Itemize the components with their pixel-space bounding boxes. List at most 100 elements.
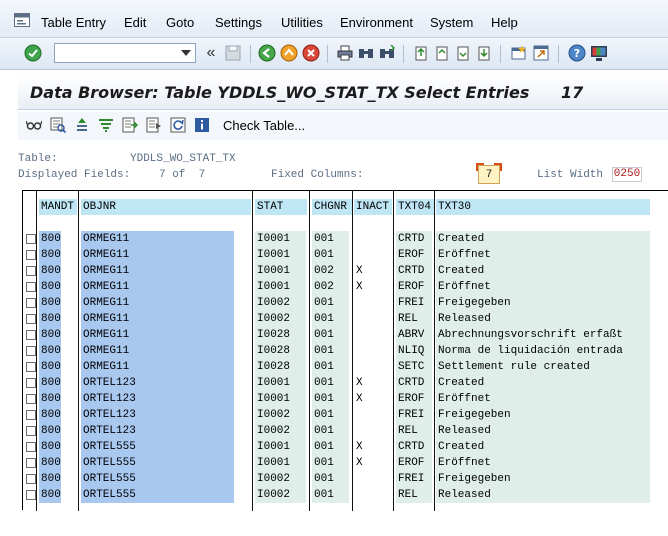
cell-mandt: 800	[39, 279, 61, 295]
row-select-checkbox[interactable]	[26, 298, 36, 308]
menu-goto[interactable]: Goto	[166, 15, 194, 30]
first-page-icon[interactable]	[412, 44, 430, 62]
cell-txt30: Abrechnungsvorschrift erfaßt	[436, 327, 650, 343]
column-header[interactable]: MANDT	[39, 199, 77, 215]
cell-inact	[354, 407, 390, 423]
system-menu-icon[interactable]	[14, 13, 30, 27]
menu-system[interactable]: System	[430, 15, 473, 30]
next-page-icon[interactable]	[454, 44, 472, 62]
row-select-checkbox[interactable]	[26, 410, 36, 420]
table-row[interactable]: 800 ORMEG11 I0002 001 REL Released	[23, 311, 668, 327]
row-select-checkbox[interactable]	[26, 394, 36, 404]
toolbar-separator	[558, 45, 559, 63]
row-select-checkbox[interactable]	[26, 266, 36, 276]
row-select-checkbox[interactable]	[26, 346, 36, 356]
refresh-icon[interactable]	[170, 117, 186, 133]
row-select-checkbox[interactable]	[26, 362, 36, 372]
table-row[interactable]: 800 ORTEL555 I0002 001 REL Released	[23, 487, 668, 503]
column-header[interactable]: STAT	[255, 199, 307, 215]
find-next-icon[interactable]	[378, 44, 396, 62]
table-row[interactable]: 800 ORMEG11 I0001 002 X EROF Eröffnet	[23, 279, 668, 295]
back-icon[interactable]	[258, 44, 276, 62]
shortcut-icon[interactable]	[532, 44, 550, 62]
cell-txt04: REL	[396, 423, 432, 439]
create-session-icon[interactable]	[510, 44, 528, 62]
column-header[interactable]: TXT04	[396, 199, 434, 215]
collapse-command-icon[interactable]: «	[202, 44, 220, 62]
row-select-checkbox[interactable]	[26, 490, 36, 500]
customize-layout-icon[interactable]	[590, 44, 608, 62]
column-header[interactable]: TXT30	[436, 199, 650, 215]
cell-objnr: ORTEL555	[81, 439, 234, 455]
column-header[interactable]: CHGNR	[312, 199, 352, 215]
sort-ascending-icon[interactable]	[74, 117, 90, 133]
chevron-down-icon[interactable]	[181, 50, 191, 56]
row-select-checkbox[interactable]	[26, 282, 36, 292]
row-select-checkbox[interactable]	[26, 474, 36, 484]
table-row[interactable]: 800 ORMEG11 I0001 002 X CRTD Created	[23, 263, 668, 279]
enter-icon[interactable]	[24, 44, 42, 62]
cell-mandt: 800	[39, 263, 61, 279]
table-row[interactable]: 800 ORTEL555 I0001 001 X CRTD Created	[23, 439, 668, 455]
column-header[interactable]: INACT	[354, 199, 392, 215]
cell-txt30: Created	[436, 439, 650, 455]
check-table-button[interactable]: Check Table...	[223, 118, 305, 133]
table-row[interactable]: 800 ORTEL123 I0001 001 X EROF Eröffnet	[23, 391, 668, 407]
filter-icon[interactable]	[98, 117, 114, 133]
cell-objnr: ORTEL555	[81, 471, 234, 487]
fixed-columns-label: Fixed Columns:	[271, 169, 364, 181]
table-row[interactable]: 800 ORMEG11 I0028 001 NLIQ Norma de liquidaci…	[23, 343, 668, 359]
row-select-checkbox[interactable]	[26, 234, 36, 244]
cell-objnr: ORTEL555	[81, 487, 234, 503]
cell-objnr: ORTEL123	[81, 375, 234, 391]
print-icon[interactable]	[336, 44, 354, 62]
last-page-icon[interactable]	[475, 44, 493, 62]
menu-settings[interactable]: Settings	[215, 15, 262, 30]
table-row[interactable]: 800 ORMEG11 I0001 001 EROF Eröffnet	[23, 247, 668, 263]
toolbar-separator	[250, 45, 251, 63]
cell-txt04: ABRV	[396, 327, 432, 343]
menu-environment[interactable]: Environment	[340, 15, 413, 30]
help-icon[interactable]: ?	[568, 44, 586, 62]
export-icon[interactable]	[122, 117, 138, 133]
menu-table-entry[interactable]: Table Entry	[41, 15, 106, 30]
menu-help[interactable]: Help	[491, 15, 518, 30]
row-select-checkbox[interactable]	[26, 458, 36, 468]
table-row[interactable]: 800 ORTEL123 I0002 001 FREI Freigegeben	[23, 407, 668, 423]
cell-inact	[354, 327, 390, 343]
fixed-columns-input[interactable]: 7	[476, 163, 502, 184]
layout-icon[interactable]	[146, 117, 162, 133]
find-icon[interactable]	[357, 44, 375, 62]
info-icon[interactable]	[194, 117, 210, 133]
table-row[interactable]: 800 ORTEL555 I0002 001 FREI Freigegeben	[23, 471, 668, 487]
toolbar-separator	[327, 45, 328, 63]
details-icon[interactable]	[50, 117, 66, 133]
cell-txt30: Eröffnet	[436, 455, 650, 471]
save-icon[interactable]	[224, 44, 242, 62]
cancel-icon[interactable]	[302, 44, 320, 62]
row-select-checkbox[interactable]	[26, 250, 36, 260]
previous-page-icon[interactable]	[433, 44, 451, 62]
row-select-checkbox[interactable]	[26, 378, 36, 388]
cell-inact: X	[356, 377, 363, 389]
glasses-icon[interactable]	[26, 117, 42, 133]
cell-inact: X	[356, 457, 363, 469]
table-row[interactable]: 800 ORMEG11 I0001 001 CRTD Created	[23, 231, 668, 247]
menu-edit[interactable]: Edit	[124, 15, 146, 30]
displayed-fields-value: 7 of 7	[159, 169, 206, 181]
table-row[interactable]: 800 ORMEG11 I0028 001 ABRV Abrechnungsvorschr…	[23, 327, 668, 343]
column-header[interactable]: OBJNR	[81, 199, 251, 215]
table-row[interactable]: 800 ORMEG11 I0002 001 FREI Freigegeben	[23, 295, 668, 311]
row-select-checkbox[interactable]	[26, 442, 36, 452]
exit-icon[interactable]	[280, 44, 298, 62]
command-field[interactable]	[54, 43, 196, 63]
row-select-checkbox[interactable]	[26, 314, 36, 324]
row-select-checkbox[interactable]	[26, 330, 36, 340]
menu-utilities[interactable]: Utilities	[281, 15, 323, 30]
table-row[interactable]: 800 ORTEL123 I0002 001 REL Released	[23, 423, 668, 439]
row-select-checkbox[interactable]	[26, 426, 36, 436]
cell-txt04: SETC	[396, 359, 432, 375]
table-row[interactable]: 800 ORTEL123 I0001 001 X CRTD Created	[23, 375, 668, 391]
table-row[interactable]: 800 ORTEL555 I0001 001 X EROF Eröffnet	[23, 455, 668, 471]
table-row[interactable]: 800 ORMEG11 I0028 001 SETC Settlement rule cr…	[23, 359, 668, 375]
